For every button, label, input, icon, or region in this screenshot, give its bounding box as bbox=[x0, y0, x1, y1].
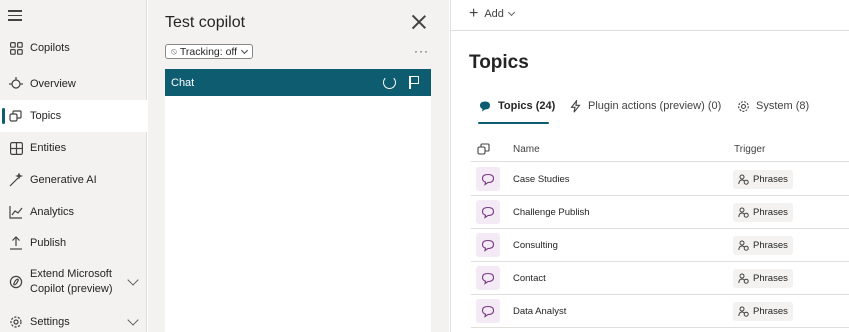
chat-bubbles-icon bbox=[479, 100, 492, 113]
topic-chat-icon bbox=[476, 200, 500, 224]
phrases-icon bbox=[738, 273, 749, 284]
nav-label: Topics bbox=[30, 110, 62, 122]
nav-item-settings[interactable]: Settings bbox=[0, 306, 147, 332]
phrases-icon bbox=[738, 240, 749, 251]
nav-label: Copilots bbox=[30, 42, 70, 54]
nav-item-overview[interactable]: Overview bbox=[0, 68, 147, 100]
tab-label: Plugin actions (preview) (0) bbox=[588, 100, 722, 112]
nav-item-extend-copilot[interactable]: Extend Microsoft Copilot (preview) bbox=[0, 264, 147, 300]
topic-name[interactable]: Data Analyst bbox=[513, 306, 566, 317]
phrases-icon bbox=[738, 306, 749, 317]
flag-icon[interactable] bbox=[409, 76, 420, 89]
table-row[interactable]: Data Analyst Phrases bbox=[471, 295, 849, 328]
tab-plugin-actions[interactable]: Plugin actions (preview) (0) bbox=[569, 98, 722, 126]
copilot-icon bbox=[9, 275, 23, 289]
gear-icon bbox=[9, 315, 23, 329]
refresh-icon[interactable] bbox=[383, 76, 396, 89]
lightning-icon bbox=[569, 98, 582, 113]
trigger-label: Phrases bbox=[753, 207, 788, 218]
nav-label: Entities bbox=[30, 142, 67, 154]
topic-chat-icon bbox=[476, 266, 500, 290]
column-header-trigger[interactable]: Trigger bbox=[734, 144, 765, 155]
topic-type-column-icon bbox=[477, 142, 491, 159]
tracking-dropdown[interactable]: ⦸ Tracking: off bbox=[165, 44, 254, 59]
publish-icon bbox=[9, 236, 23, 250]
test-pane-title: Test copilot bbox=[165, 14, 246, 31]
nav-item-publish[interactable]: Publish bbox=[0, 227, 147, 259]
table-header: Name Trigger bbox=[471, 138, 849, 162]
nav-item-generative-ai[interactable]: Generative AI bbox=[0, 164, 147, 196]
nav-item-copilots[interactable]: Copilots bbox=[0, 32, 147, 64]
tracking-off-icon: ⦸ bbox=[171, 46, 177, 56]
analytics-icon bbox=[9, 205, 23, 219]
tab-label: System (8) bbox=[756, 100, 810, 112]
topic-chat-icon bbox=[476, 233, 500, 257]
main-content: + Add Topics Topics (24) Plugin actions … bbox=[450, 0, 849, 332]
nav-label: Settings bbox=[30, 316, 70, 328]
nav-item-topics[interactable]: Topics bbox=[0, 100, 147, 132]
tab-label: Topics (24) bbox=[498, 100, 556, 112]
tracking-label: Tracking: off bbox=[179, 45, 238, 58]
more-options-icon[interactable]: ··· bbox=[414, 44, 429, 58]
chevron-down-icon[interactable] bbox=[127, 274, 139, 286]
test-copilot-pane: Test copilot ⦸ Tracking: off ··· Chat bbox=[148, 0, 449, 332]
left-nav: Copilots Overview Topics Entities Genera… bbox=[0, 0, 147, 332]
phrases-icon bbox=[738, 207, 749, 218]
chat-header: Chat bbox=[165, 69, 431, 96]
nav-label: Overview bbox=[30, 78, 76, 90]
system-gear-icon bbox=[737, 100, 750, 113]
page-title: Topics bbox=[469, 52, 529, 73]
topic-name[interactable]: Contact bbox=[513, 273, 546, 284]
trigger-badge: Phrases bbox=[733, 170, 793, 189]
nav-item-entities[interactable]: Entities bbox=[0, 132, 147, 164]
trigger-badge: Phrases bbox=[733, 269, 793, 288]
topic-name[interactable]: Challenge Publish bbox=[513, 207, 590, 218]
close-icon[interactable] bbox=[412, 15, 426, 29]
trigger-badge: Phrases bbox=[733, 302, 793, 321]
chevron-down-icon[interactable] bbox=[127, 314, 139, 326]
add-button[interactable]: + Add bbox=[469, 5, 515, 22]
wand-icon bbox=[9, 173, 23, 187]
nav-item-analytics[interactable]: Analytics bbox=[0, 196, 147, 228]
table-row[interactable]: Challenge Publish Phrases bbox=[471, 196, 849, 229]
table-row[interactable]: Consulting Phrases bbox=[471, 229, 849, 262]
nav-label: Generative AI bbox=[30, 174, 97, 186]
chat-body bbox=[165, 96, 431, 332]
trigger-label: Phrases bbox=[753, 306, 788, 317]
topic-chat-icon bbox=[476, 167, 500, 191]
active-tab-indicator bbox=[478, 122, 549, 124]
toolbar: + Add bbox=[451, 0, 849, 31]
overview-icon bbox=[9, 77, 23, 91]
table-row[interactable]: Contact Phrases bbox=[471, 262, 849, 295]
chat-title: Chat bbox=[171, 76, 195, 89]
topic-name[interactable]: Consulting bbox=[513, 240, 558, 251]
topic-name[interactable]: Case Studies bbox=[513, 174, 570, 185]
chevron-down-icon bbox=[507, 8, 515, 17]
trigger-badge: Phrases bbox=[733, 203, 793, 222]
tab-topics[interactable]: Topics (24) bbox=[478, 100, 556, 126]
table-row[interactable]: Case Studies Phrases bbox=[471, 163, 849, 196]
nav-label: Analytics bbox=[30, 206, 75, 218]
nav-label: Extend Microsoft Copilot (preview) bbox=[30, 268, 113, 295]
grid-icon bbox=[9, 41, 23, 55]
phrases-icon bbox=[738, 174, 749, 185]
trigger-label: Phrases bbox=[753, 240, 788, 251]
trigger-label: Phrases bbox=[753, 273, 788, 284]
trigger-label: Phrases bbox=[753, 174, 788, 185]
topics-icon bbox=[9, 109, 23, 123]
column-header-name[interactable]: Name bbox=[513, 144, 540, 155]
plus-icon: + bbox=[469, 5, 479, 22]
chevron-down-icon bbox=[241, 46, 249, 54]
nav-label: Publish bbox=[30, 237, 67, 249]
trigger-badge: Phrases bbox=[733, 236, 793, 255]
entities-icon bbox=[9, 141, 23, 155]
hamburger-menu-icon[interactable] bbox=[8, 10, 22, 22]
add-label: Add bbox=[484, 8, 504, 20]
topic-chat-icon bbox=[476, 299, 500, 323]
tab-system[interactable]: System (8) bbox=[737, 100, 809, 126]
